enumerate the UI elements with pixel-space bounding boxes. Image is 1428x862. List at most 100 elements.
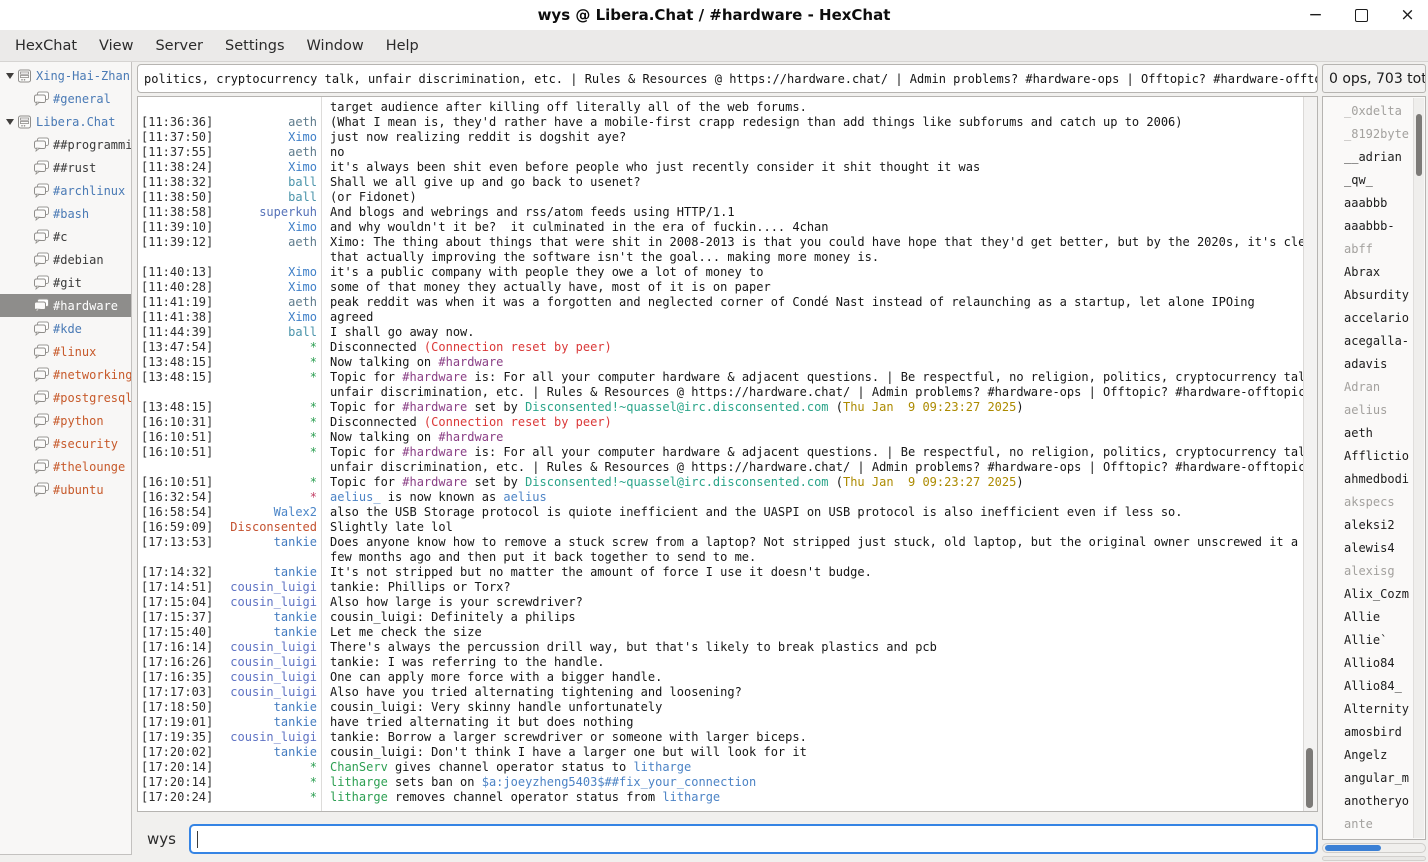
message-segment: litharge [330, 790, 388, 804]
nick: * [216, 340, 317, 355]
nick: Ximo [216, 265, 317, 280]
message-segment: unfair discrimination, etc. | Rules & Re… [330, 460, 1304, 474]
timestamp: [17:16:14] [141, 640, 213, 655]
expander-icon[interactable] [6, 73, 14, 79]
chat-line: [11:44:39]ball I shall go away now. [138, 325, 1304, 340]
sidebar-item--c[interactable]: #c [0, 225, 131, 248]
chat-scrollbar[interactable] [1303, 97, 1317, 811]
timestamp: [17:13:53] [141, 535, 213, 550]
sidebar-item-label: #hardware [53, 299, 131, 313]
message-segment: Also how large is your screwdriver? [330, 595, 583, 609]
timestamp: [17:15:37] [141, 610, 213, 625]
timestamp: [17:14:51] [141, 580, 213, 595]
menu-item-window[interactable]: Window [296, 33, 375, 59]
sidebar-item--security[interactable]: #security [0, 432, 131, 455]
chat-line: [11:40:28]Ximosome of that money they ac… [138, 280, 1304, 295]
sidebar-item-label: #archlinux [53, 184, 131, 198]
nick: tankie [216, 700, 317, 715]
sidebar-item--thelounge[interactable]: #thelounge [0, 455, 131, 478]
user-list-items: _0xdelta_8192byte__adrian_qw_aaabbbaaabb… [1323, 97, 1425, 836]
topic-input[interactable]: politics, cryptocurrency talk, unfair di… [137, 64, 1318, 93]
userlist-hscrollbar-handle[interactable] [1325, 845, 1381, 851]
menu-item-help[interactable]: Help [375, 33, 430, 59]
close-button[interactable]: × [1399, 7, 1416, 24]
sidebar-item--debian[interactable]: #debian [0, 248, 131, 271]
menu-item-hexchat[interactable]: HexChat [4, 33, 88, 59]
userlist-scrollbar-handle[interactable] [1416, 114, 1422, 176]
menu-item-settings[interactable]: Settings [214, 33, 295, 59]
chat-line: [17:17:03]cousin_luigiAlso have you trie… [138, 685, 1304, 700]
channel-icon [33, 390, 50, 405]
nick: Ximo [216, 130, 317, 145]
timestamp: [16:59:09] [141, 520, 213, 535]
timestamp: [17:17:03] [141, 685, 213, 700]
timestamp: [11:39:12] [141, 235, 213, 250]
timestamp: [17:20:24] [141, 790, 213, 805]
channel-icon [33, 229, 50, 244]
userlist-hscrollbar[interactable] [1322, 843, 1426, 853]
chat-scrollbar-handle[interactable] [1306, 748, 1313, 808]
chat-line: [17:16:26]cousin_luigitankie: I was refe… [138, 655, 1304, 670]
chat-line: [16:59:09]DisconsentedSlightly late lol [138, 520, 1304, 535]
sidebar-item-xing-hai-zhan[interactable]: Xing-Hai-Zhan [0, 64, 131, 87]
titlebar[interactable]: wys @ Libera.Chat / #hardware - HexChat … [0, 0, 1428, 31]
timestamp: [13:48:15] [141, 355, 213, 370]
nick: * [216, 790, 317, 805]
message-segment: target audience after killing off litera… [330, 100, 807, 114]
message-segment: set by [467, 475, 525, 489]
userlist-scrollbar[interactable] [1413, 98, 1424, 838]
message-segment: is: For all your computer hardware & adj… [467, 370, 1304, 384]
nick: ball [216, 325, 317, 340]
nick: Ximo [216, 310, 317, 325]
message-segment: ChanServ [330, 760, 388, 774]
chat-line: [17:18:50]tankiecousin_luigi: Very skinn… [138, 700, 1304, 715]
message-segment: I shall go away now. [330, 325, 475, 339]
server-tree: Xing-Hai-Zhan#generalLibera.Chat##progra… [0, 62, 132, 855]
channel-icon [33, 413, 50, 428]
sidebar-item-label: #c [53, 230, 131, 244]
timestamp: [11:44:39] [141, 325, 213, 340]
sidebar-item--python[interactable]: #python [0, 409, 131, 432]
menu-item-view[interactable]: View [88, 33, 144, 59]
minimize-button[interactable]: − [1307, 7, 1324, 24]
sidebar-item--networking[interactable]: #networking [0, 363, 131, 386]
chat-line: [11:41:19]aethpeak reddit was when it wa… [138, 295, 1304, 310]
message-segment: some of that money they actually have, m… [330, 280, 771, 294]
expander-icon[interactable] [6, 119, 14, 125]
message-segment: Topic for [330, 370, 402, 384]
timestamp: [17:20:02] [141, 745, 213, 760]
user-list: _0xdelta_8192byte__adrian_qw_aaabbbaaabb… [1322, 96, 1426, 840]
sidebar-item-label: #debian [53, 253, 131, 267]
nick: * [216, 490, 317, 505]
message-segment: (or Fidonet) [330, 190, 417, 204]
chat-line: [17:19:01]tankiehave tried alternating i… [138, 715, 1304, 730]
sidebar-item--general[interactable]: #general [0, 87, 131, 110]
sidebar-item--git[interactable]: #git [0, 271, 131, 294]
chat-line: [13:48:15]*Topic for #hardware is: For a… [138, 370, 1304, 385]
message-segment: Now talking on [330, 430, 438, 444]
maximize-button[interactable] [1353, 7, 1370, 24]
chat-line: [17:14:51]cousin_luigitankie: Phillips o… [138, 580, 1304, 595]
chat-line: [17:16:14]cousin_luigiThere's always the… [138, 640, 1304, 655]
message-segment: sets ban on [388, 775, 482, 789]
menubar: HexChatViewServerSettingsWindowHelp [0, 30, 1428, 62]
hexchat-window: wys @ Libera.Chat / #hardware - HexChat … [0, 0, 1428, 862]
sidebar-item--hardware[interactable]: #hardware [0, 294, 131, 317]
sidebar-item--programming[interactable]: ##programming [0, 133, 131, 156]
message-input[interactable] [189, 824, 1318, 854]
sidebar-item--linux[interactable]: #linux [0, 340, 131, 363]
sidebar-item-label: #networking [53, 368, 131, 382]
timestamp: [11:39:10] [141, 220, 213, 235]
channel-icon [33, 206, 50, 221]
sidebar-item--postgresql[interactable]: #postgresql [0, 386, 131, 409]
menu-item-server[interactable]: Server [144, 33, 214, 59]
sidebar-item--bash[interactable]: #bash [0, 202, 131, 225]
nick: * [216, 475, 317, 490]
sidebar-item--kde[interactable]: #kde [0, 317, 131, 340]
sidebar-item--rust[interactable]: ##rust [0, 156, 131, 179]
sidebar-item--ubuntu[interactable]: #ubuntu [0, 478, 131, 501]
sidebar-item-libera-chat[interactable]: Libera.Chat [0, 110, 131, 133]
sidebar-item--archlinux[interactable]: #archlinux [0, 179, 131, 202]
timestamp: [17:20:14] [141, 760, 213, 775]
message-segment: Let me check the size [330, 625, 482, 639]
